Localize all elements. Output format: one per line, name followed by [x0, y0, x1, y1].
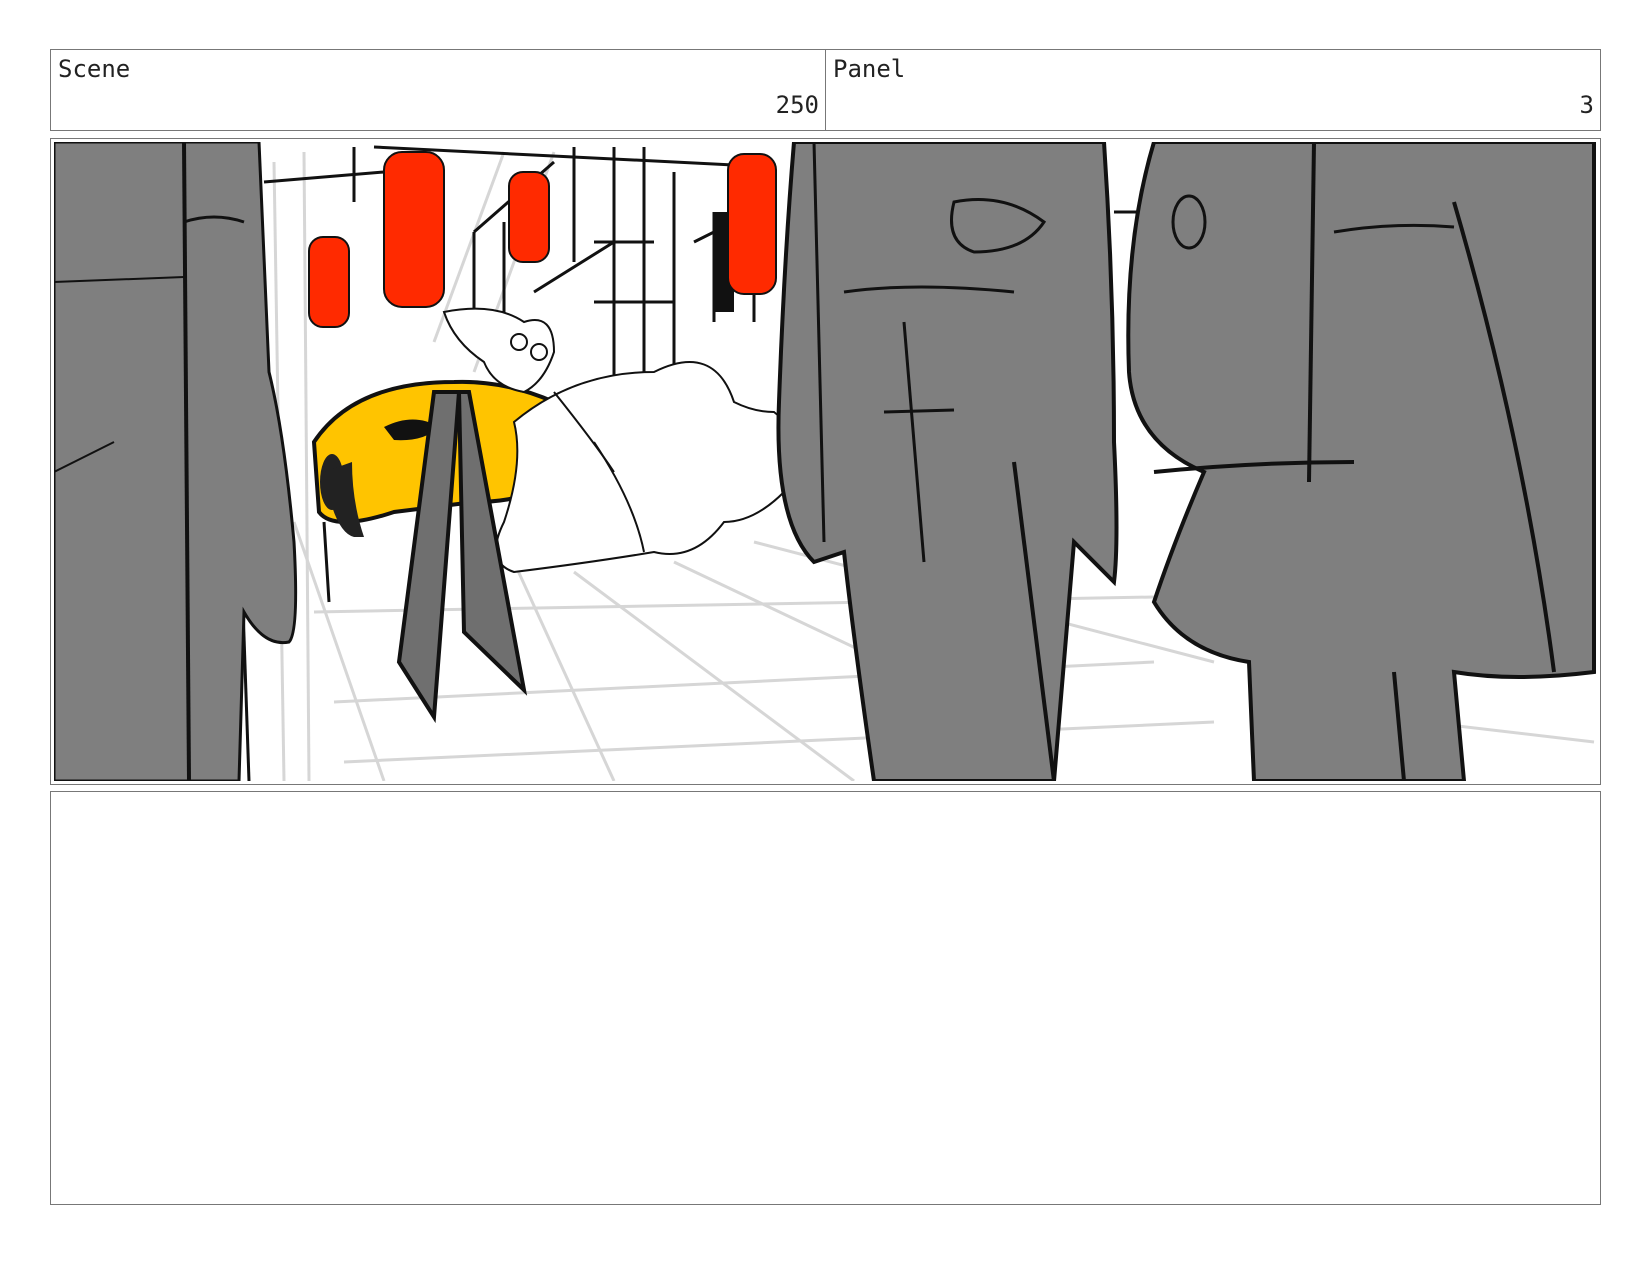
- panel-number: 3: [1579, 91, 1594, 119]
- scene-label: Scene: [58, 55, 131, 83]
- storyboard-sketch: [54, 142, 1597, 781]
- scene-cell: Scene 250: [51, 50, 825, 130]
- panel-label: Panel: [833, 55, 906, 83]
- panel-cell: Panel 3: [825, 50, 1600, 130]
- scene-number: 250: [775, 91, 819, 119]
- storyboard-panel: [50, 138, 1601, 785]
- panel-notes-box: [50, 791, 1601, 1205]
- storyboard-header: Scene 250 Panel 3: [50, 49, 1601, 131]
